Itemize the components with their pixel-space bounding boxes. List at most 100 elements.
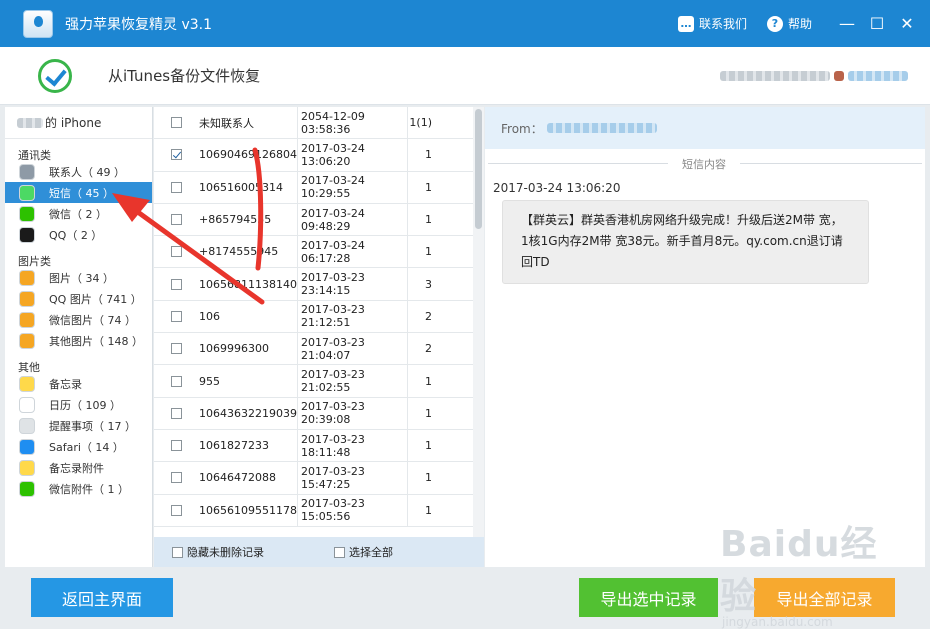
sidebar-item[interactable]: 备忘录附件 [5, 457, 152, 478]
table-row[interactable]: 106​​56811138140 2017-03-23 23:14:15 3 [154, 268, 484, 301]
help-link[interactable]: ? 帮助 [766, 15, 812, 32]
table-row[interactable]: 106​​56109551178912017-03-23 15:05:561 [154, 494, 484, 527]
message-date: 2017-03-23 15:47:25 [297, 462, 407, 494]
sender-number: +8​​​65794555 [199, 213, 272, 227]
hide-undeleted-option[interactable]: 隐藏未删除记录 [172, 544, 264, 560]
sender-number: +8​​​174555945 [199, 245, 279, 259]
row-checkbox[interactable] [171, 310, 182, 322]
row-checkbox[interactable] [171, 246, 182, 258]
table-row[interactable]: +8​​​65794555 2017-03-24 09:48:29 1 [154, 203, 484, 237]
qq-icon [19, 226, 35, 243]
message-count: 1 [407, 365, 452, 397]
message-count: 1 [407, 171, 452, 203]
other-photos-icon [19, 332, 35, 349]
row-checkbox[interactable] [171, 407, 182, 419]
photos-icon [19, 269, 35, 286]
maximize-button[interactable]: ☐ [862, 14, 892, 33]
sidebar-item[interactable]: 图片（ 34 ） [5, 267, 152, 288]
sidebar-item-label: 图片（ 34 ） [49, 271, 114, 285]
message-date: 2017-03-24 06:17:28 [297, 236, 407, 268]
table-row[interactable]: +8​​​174555945 2017-03-24 06:17:28 1 [154, 236, 484, 269]
select-all-option[interactable]: 选择全部 [334, 544, 393, 560]
table-row[interactable]: 未知联系人 2054-12-09 03:58:36 1(1) [154, 107, 484, 140]
sidebar-item-label: QQ 图片（ 741 ） [49, 292, 142, 306]
sidebar-item-label: 微信图片（ 74 ） [49, 313, 136, 327]
sender-number: 106 [199, 309, 220, 323]
message-date: 2054-12-09 03:58:36 [297, 107, 407, 139]
message-count: 1 [407, 397, 452, 429]
message-count: 3 [407, 268, 452, 300]
contact-us-label: 联系我们 [698, 17, 747, 31]
sidebar-item[interactable]: 微信图片（ 74 ） [5, 309, 152, 330]
list-scrollbar[interactable] [473, 107, 484, 537]
sidebar-item[interactable]: 微信附件（ 1 ） [5, 478, 152, 499]
close-button[interactable]: ✕ [892, 14, 922, 33]
contact-us-link[interactable]: … 联系我们 [677, 15, 747, 32]
export-selected-button[interactable]: 导出选中记录 [579, 578, 718, 617]
row-checkbox[interactable] [171, 149, 182, 161]
table-row[interactable]: 106904691​268042622017-03-24 13:06:201 [154, 139, 484, 172]
table-row[interactable]: 106​​9996300 2017-03-23 21:04:07 2 [154, 333, 484, 366]
table-row[interactable]: 106​​46472088 2017-03-23 15:47:25 1 [154, 462, 484, 495]
export-all-button[interactable]: 导出全部记录 [754, 578, 895, 617]
sms-icon [19, 184, 35, 201]
back-to-main-button[interactable]: 返回主界面 [31, 578, 173, 617]
table-row[interactable]: 106​​1827233 2017-03-23 18:11:48 1 [154, 429, 484, 463]
row-checkbox[interactable] [171, 117, 182, 129]
message-count: 1(1) [407, 107, 452, 139]
itunes-restore-icon [38, 58, 72, 93]
message-date: 2017-03-23 18:11:48 [297, 429, 407, 462]
row-checkbox[interactable] [171, 278, 182, 290]
from-label: From： [501, 121, 543, 136]
sidebar-item[interactable]: 日历（ 109 ） [5, 394, 152, 415]
message-date: 2017-03-23 15:05:56 [297, 494, 407, 526]
sender-number: 106​​1827233 [199, 439, 269, 453]
reminders-icon [19, 417, 35, 434]
table-row[interactable]: 955 2017-03-23 21:02:55 1 [154, 365, 484, 398]
watermark-url: jingyan.baidu.com [722, 615, 833, 629]
row-checkbox[interactable] [171, 375, 182, 387]
device-label: 的 iPhone [45, 116, 102, 130]
sidebar-item[interactable]: 备忘录 [5, 373, 152, 394]
sender-number: 106​​4363221903945 [199, 406, 297, 420]
sidebar-item[interactable]: 短信（ 45 ） [5, 182, 152, 203]
help-icon: ? [766, 15, 783, 32]
row-checkbox[interactable] [171, 504, 182, 516]
sidebar-item-label: Safari（ 14 ） [49, 440, 124, 454]
sidebar-item-label: 联系人（ 49 ） [49, 165, 125, 179]
message-count: 1 [407, 139, 452, 171]
sidebar-item[interactable]: QQ（ 2 ） [5, 224, 152, 245]
sidebar-item[interactable]: 联系人（ 49 ） [5, 161, 152, 182]
message-time: 2017-03-24 13:06:20 [493, 181, 621, 195]
message-date: 2017-03-24 10:29:55 [297, 171, 407, 203]
sidebar-item[interactable]: 微信（ 2 ） [5, 203, 152, 224]
sidebar-item-label: 其他图片（ 148 ） [49, 334, 143, 348]
row-checkbox[interactable] [171, 343, 182, 355]
message-list: 未知联系人 2054-12-09 03:58:36 1(1) 106904691​26… [154, 107, 484, 537]
row-checkbox[interactable] [171, 214, 182, 226]
hide-undeleted-label: 隐藏未删除记录 [187, 546, 264, 559]
contacts-icon [19, 163, 35, 180]
message-date: 2017-03-24 13:06:20 [297, 139, 407, 171]
sidebar-item[interactable]: Safari（ 14 ） [5, 436, 152, 457]
row-checkbox[interactable] [171, 181, 182, 193]
sidebar-item-label: 提醒事项（ 17 ） [49, 419, 136, 433]
sidebar-item[interactable]: QQ 图片（ 741 ） [5, 288, 152, 309]
from-bar: From： [485, 107, 925, 149]
list-scrollbar-thumb[interactable] [475, 109, 482, 229]
message-count: 1 [407, 203, 452, 236]
minimize-button[interactable]: — [832, 14, 862, 33]
section-label: 短信内容 [668, 156, 740, 172]
table-row[interactable]: 106​​43632219039452017-03-23 20:39:081 [154, 397, 484, 430]
qq-photos-icon [19, 290, 35, 307]
row-checkbox[interactable] [171, 440, 182, 452]
sidebar-item[interactable]: 其他图片（ 148 ） [5, 330, 152, 351]
row-checkbox[interactable] [171, 472, 182, 484]
app-title: 强力苹果恢复精灵 v3.1 [65, 16, 212, 33]
hide-undeleted-checkbox[interactable] [172, 546, 183, 558]
app-logo-icon [23, 9, 53, 38]
table-row[interactable]: 106​​51600​5314 2017-03-24 10:29:55 1 [154, 171, 484, 204]
sidebar-item[interactable]: 提醒事项（ 17 ） [5, 415, 152, 436]
select-all-checkbox[interactable] [334, 546, 345, 558]
table-row[interactable]: 106 2017-03-23 21:12:51 2 [154, 300, 484, 334]
